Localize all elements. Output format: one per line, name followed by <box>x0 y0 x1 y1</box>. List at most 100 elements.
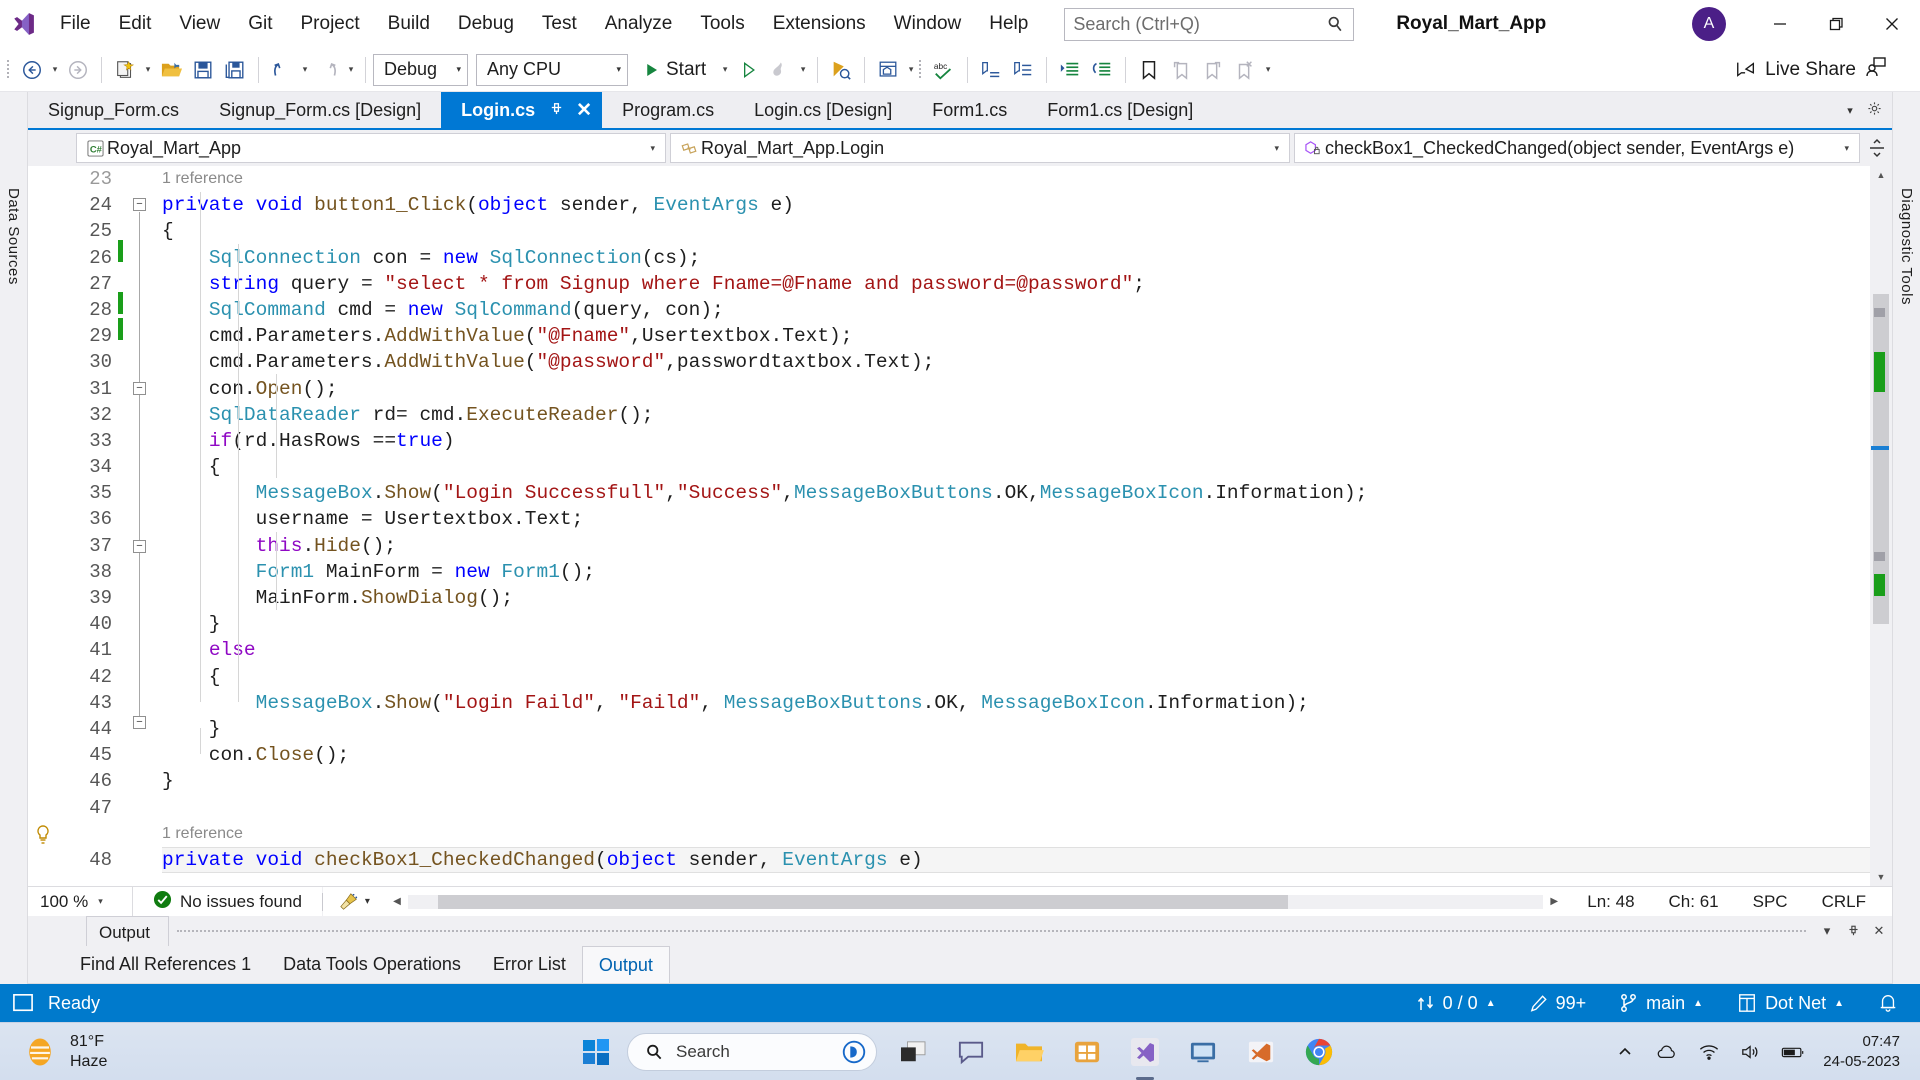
volume-icon[interactable] <box>1739 1040 1763 1064</box>
line-ending-indicator[interactable]: CRLF <box>1822 892 1866 912</box>
issues-indicator[interactable]: No issues found <box>133 887 322 916</box>
menu-item-tools[interactable]: Tools <box>686 0 758 48</box>
taskbar-app-sql-server[interactable] <box>1181 1030 1225 1074</box>
undo-dropdown-icon[interactable]: ▾ <box>298 53 312 87</box>
feedback-icon[interactable] <box>1864 55 1902 85</box>
previous-bookmark-icon[interactable] <box>1165 53 1197 87</box>
tab-login-cs-design[interactable]: Login.cs [Design] <box>734 92 913 128</box>
navigate-backward-icon[interactable] <box>16 53 48 87</box>
live-share-button[interactable]: Live Share <box>1735 55 1920 85</box>
minimize-button[interactable] <box>1752 0 1808 48</box>
zoom-dropdown[interactable]: 100 % ▾ <box>28 887 133 916</box>
toggle-bookmark-icon[interactable] <box>1133 53 1165 87</box>
taskbar-app-file-explorer[interactable] <box>1007 1030 1051 1074</box>
cloud-icon[interactable] <box>1655 1040 1679 1064</box>
restore-button[interactable] <box>1808 0 1864 48</box>
show-hidden-icons-icon[interactable] <box>1613 1040 1637 1064</box>
collapse-region-icon[interactable]: − <box>133 198 146 211</box>
menu-item-help[interactable]: Help <box>975 0 1042 48</box>
solution-explorer-icon[interactable] <box>872 53 904 87</box>
tab-form1-cs-design[interactable]: Form1.cs [Design] <box>1027 92 1214 128</box>
spell-check-icon[interactable]: abc <box>928 53 960 87</box>
save-icon[interactable] <box>187 53 219 87</box>
pin-tab-icon[interactable] <box>549 100 564 120</box>
taskbar-app-task-view[interactable] <box>891 1030 935 1074</box>
collapse-region-icon[interactable]: − <box>133 382 146 395</box>
taskbar-app-chat[interactable] <box>949 1030 993 1074</box>
collapse-region-icon[interactable]: − <box>133 540 146 553</box>
toolbar-grip-2[interactable] <box>918 58 928 82</box>
panel-dropdown-icon[interactable]: ▾ <box>1814 923 1840 939</box>
toolbar-grip[interactable] <box>6 58 16 82</box>
solution-platform-dropdown[interactable]: Any CPU ▾ <box>476 53 628 86</box>
tab-login-cs[interactable]: Login.cs ✕ <box>441 92 603 128</box>
panel-tab-data-tools-operations[interactable]: Data Tools Operations <box>267 946 477 983</box>
hscrollbar-track[interactable] <box>407 894 1544 909</box>
class-dropdown[interactable]: Royal_Mart_App.Login ▾ <box>670 133 1290 163</box>
data-sources-tool-tab[interactable]: Data Sources <box>0 92 28 984</box>
select-tool-icon[interactable] <box>825 53 857 87</box>
redo-icon[interactable] <box>312 53 344 87</box>
menu-item-extensions[interactable]: Extensions <box>759 0 880 48</box>
code-text-area[interactable]: 1 reference private void button1_Click(o… <box>152 166 1870 886</box>
collapse-region-icon[interactable]: − <box>133 716 146 729</box>
menu-item-test[interactable]: Test <box>528 0 591 48</box>
codelens-reference-top[interactable]: 1 reference <box>162 166 1870 192</box>
hot-reload-icon[interactable] <box>764 53 796 87</box>
tab-signup-form-cs[interactable]: Signup_Form.cs <box>28 92 200 128</box>
start-debug-button[interactable]: Start <box>636 53 718 87</box>
codelens-reference-bottom[interactable]: 1 reference <box>162 821 1870 847</box>
toolbar-overflow-icon[interactable]: ▾ <box>1261 53 1275 87</box>
start-dropdown-icon[interactable]: ▾ <box>718 53 732 87</box>
branch-status[interactable]: main ▲ <box>1620 993 1703 1014</box>
new-project-icon[interactable] <box>109 53 141 87</box>
taskbar-app-visual-studio-code[interactable] <box>1239 1030 1283 1074</box>
menu-item-edit[interactable]: Edit <box>105 0 166 48</box>
battery-icon[interactable] <box>1781 1040 1805 1064</box>
start-without-debugging-icon[interactable] <box>732 53 764 87</box>
next-bookmark-icon[interactable] <box>1197 53 1229 87</box>
increase-indent-icon[interactable] <box>1054 53 1086 87</box>
scroll-left-icon[interactable]: ◀ <box>386 896 408 907</box>
outlining-gutter[interactable]: − − − − <box>128 166 152 886</box>
hscrollbar-thumb[interactable] <box>437 894 1288 909</box>
global-search-input[interactable]: Search (Ctrl+Q) <box>1064 7 1355 41</box>
hot-reload-dropdown-icon[interactable]: ▾ <box>796 53 810 87</box>
scroll-up-icon[interactable]: ▲ <box>1870 166 1892 184</box>
scroll-down-icon[interactable]: ▼ <box>1870 868 1892 886</box>
editor-horizontal-scrollbar[interactable]: ◀ ▶ <box>385 887 1566 916</box>
tab-signup-form-cs-design[interactable]: Signup_Form.cs [Design] <box>199 92 442 128</box>
tab-form1-cs[interactable]: Form1.cs <box>912 92 1028 128</box>
solution-configuration-dropdown[interactable]: Debug ▾ <box>373 53 468 86</box>
taskbar-app-microsoft-store[interactable] <box>1065 1030 1109 1074</box>
close-button[interactable] <box>1864 0 1920 48</box>
code-cleanup-button[interactable]: ▾ <box>322 887 386 916</box>
panel-tab-error-list[interactable]: Error List <box>477 946 582 983</box>
solution-explorer-dropdown-icon[interactable]: ▾ <box>904 53 918 87</box>
menu-item-debug[interactable]: Debug <box>444 0 528 48</box>
avatar[interactable]: A <box>1692 7 1726 41</box>
menu-item-analyze[interactable]: Analyze <box>591 0 687 48</box>
start-button[interactable] <box>579 1035 613 1069</box>
menu-item-project[interactable]: Project <box>287 0 374 48</box>
clear-bookmarks-icon[interactable] <box>1229 53 1261 87</box>
open-file-icon[interactable] <box>155 53 187 87</box>
member-dropdown[interactable]: checkBox1_CheckedChanged(object sender, … <box>1294 133 1860 163</box>
spaces-indicator[interactable]: SPC <box>1753 892 1788 912</box>
save-all-icon[interactable] <box>219 53 251 87</box>
tab-program-cs[interactable]: Program.cs <box>602 92 735 128</box>
wifi-icon[interactable] <box>1697 1040 1721 1064</box>
source-control-sync-status[interactable]: 0 / 0 ▲ <box>1417 993 1496 1014</box>
taskbar-app-visual-studio[interactable] <box>1123 1030 1167 1074</box>
split-editor-icon[interactable] <box>1864 138 1890 158</box>
panel-pin-icon[interactable] <box>1840 923 1866 939</box>
taskbar-app-google-chrome[interactable] <box>1297 1030 1341 1074</box>
tab-settings-icon[interactable] <box>1862 101 1886 119</box>
menu-item-file[interactable]: File <box>46 0 105 48</box>
navigate-backward-dropdown-icon[interactable]: ▾ <box>48 53 62 87</box>
code-editor[interactable]: 23 24 25 26 27 28 29 30 31 32 33 34 35 3… <box>28 166 1892 886</box>
scroll-right-icon[interactable]: ▶ <box>1543 896 1565 907</box>
panel-drag-dots[interactable] <box>177 930 1806 932</box>
notifications-status[interactable] <box>1878 993 1898 1013</box>
project-dropdown[interactable]: C# Royal_Mart_App ▾ <box>76 133 666 163</box>
